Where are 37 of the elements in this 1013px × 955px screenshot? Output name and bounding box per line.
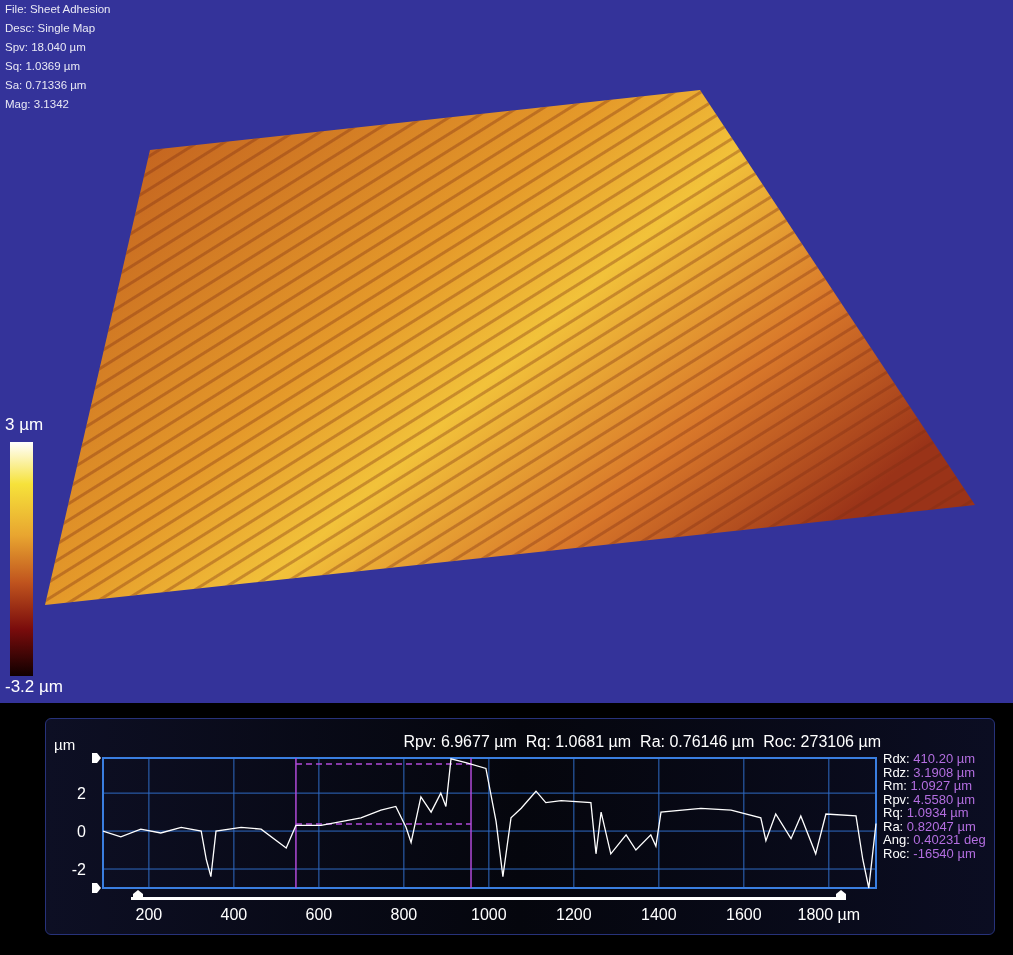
top-range-handle[interactable]	[92, 753, 101, 763]
info-text: Mag: 3.1342	[5, 97, 70, 112]
y-tick-label: 2	[77, 785, 86, 803]
x-tick-label: 1400	[641, 906, 677, 923]
x-tick-label: 1000	[471, 906, 507, 923]
info-text: Sq: 1.0369 µm	[5, 59, 82, 74]
y-tick-label: -2	[71, 861, 86, 878]
scale-max-label: 3 µm	[5, 414, 44, 436]
x-tick-label: 1800 µm	[797, 906, 861, 923]
profile-stat: Ra: 0.82047 µm	[883, 819, 977, 833]
info-text: Sa: 0.71336 µm	[5, 78, 88, 93]
info-text: File: Sheet Adhesion	[5, 2, 111, 17]
profile-summary-value: Ra: 0.76146 µm	[640, 733, 755, 751]
profile-summary-value: Rq: 1.0681 µm	[525, 733, 632, 751]
profile-stat: Rpv: 4.5580 µm	[883, 792, 977, 806]
end-range-handle[interactable]	[836, 890, 846, 900]
x-tick-label: 200	[135, 906, 163, 923]
x-tick-label: 800	[390, 906, 418, 923]
profile-stat: Ang: 0.40231 deg	[883, 833, 986, 847]
x-tick-label: 600	[305, 906, 333, 923]
x-tick-label: 1600	[726, 906, 762, 923]
info-text: Spv: 18.040 µm	[5, 40, 87, 55]
info-text: Desc: Single Map	[5, 21, 97, 36]
start-range-handle[interactable]	[133, 890, 143, 900]
profile-summary-value: Rpv: 6.9677 µm	[403, 733, 517, 751]
y-axis-label: µm	[54, 736, 76, 753]
profile-stat: Rdz: 3.1908 µm	[883, 765, 977, 779]
profile-summary-value: Roc: 273106 µm	[763, 733, 881, 751]
profile-stat: Rq: 1.0934 µm	[883, 806, 969, 820]
scale-min-label: -3.2 µm	[5, 676, 63, 698]
x-tick-label: 1200	[556, 906, 592, 923]
bottom-range-handle[interactable]	[92, 883, 101, 893]
y-tick-label: 0	[77, 823, 86, 841]
profile-stat: Rm: 1.0927 µm	[883, 779, 973, 793]
x-tick-label: 400	[220, 906, 248, 923]
profile-stat: Rdx: 410.20 µm	[883, 752, 977, 766]
profile-stat: Roc: -16540 µm	[883, 846, 976, 860]
